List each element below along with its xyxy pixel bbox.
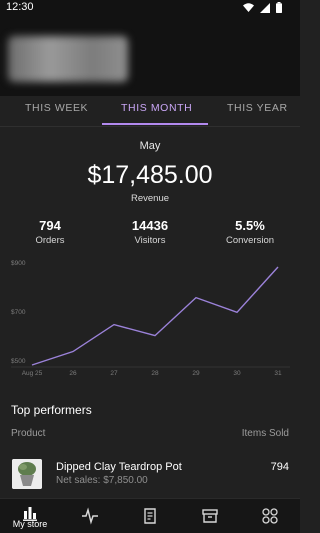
more-grid-icon: [261, 507, 279, 525]
column-header-product: Product: [11, 428, 45, 439]
store-name-blurred: [8, 36, 128, 82]
revenue-series-line: [32, 267, 278, 365]
x-tick-label: 26: [69, 370, 77, 377]
x-tick-label: Aug 25: [22, 370, 43, 377]
status-bar: 12:30: [0, 0, 300, 16]
y-tick-label: $500: [11, 358, 26, 365]
orders-label: Orders: [0, 235, 100, 246]
bottom-navigation: My store: [0, 498, 300, 533]
product-thumbnail: [12, 459, 42, 489]
column-header-items-sold: Items Sold: [242, 428, 289, 439]
tabs-divider: [0, 126, 300, 127]
conversion-value: 5.5%: [200, 218, 300, 233]
period-tabs: THIS WEEK THIS MONTH THIS YEAR: [0, 96, 300, 126]
activity-pulse-icon: [81, 507, 99, 525]
signal-icon: [260, 3, 270, 13]
nav-activity[interactable]: [60, 499, 120, 533]
nav-products[interactable]: [180, 499, 240, 533]
visitors-label: Visitors: [100, 235, 200, 246]
x-tick-label: 27: [110, 370, 118, 377]
product-items-sold: 794: [271, 461, 289, 473]
battery-icon: [276, 2, 282, 13]
nav-orders[interactable]: [120, 499, 180, 533]
x-tick-label: 29: [192, 370, 200, 377]
x-tick-label: 31: [274, 370, 282, 377]
store-header: [0, 16, 300, 96]
stat-orders: 794 Orders: [0, 218, 100, 246]
x-tick-label: 30: [233, 370, 241, 377]
tab-this-week[interactable]: THIS WEEK: [25, 102, 88, 114]
stat-conversion: 5.5% Conversion: [200, 218, 300, 246]
orders-document-icon: [141, 507, 159, 525]
revenue-line-chart: $900 $700 $500 Aug 25 26 27 28 29 30 31: [0, 252, 300, 382]
period-label: May: [0, 140, 300, 152]
orders-value: 794: [0, 218, 100, 233]
wifi-icon: [243, 3, 254, 12]
stat-visitors: 14436 Visitors: [100, 218, 200, 246]
visitors-value: 14436: [100, 218, 200, 233]
nav-more[interactable]: [240, 499, 300, 533]
product-row[interactable]: Dipped Clay Teardrop Pot Net sales: $7,8…: [0, 454, 300, 494]
products-archive-icon: [201, 507, 219, 525]
tab-this-month[interactable]: THIS MONTH: [121, 102, 192, 114]
revenue-label: Revenue: [0, 193, 300, 204]
top-performers-title: Top performers: [11, 403, 92, 417]
nav-my-store[interactable]: My store: [0, 499, 60, 533]
y-tick-label: $900: [11, 260, 26, 267]
status-icons: [243, 2, 282, 13]
revenue-value: $17,485.00: [0, 161, 300, 190]
product-net-sales: Net sales: $7,850.00: [56, 475, 148, 486]
y-tick-label: $700: [11, 309, 26, 316]
conversion-label: Conversion: [200, 235, 300, 246]
active-tab-indicator: [102, 123, 208, 125]
status-time: 12:30: [6, 1, 34, 13]
x-tick-label: 28: [151, 370, 159, 377]
tab-this-year[interactable]: THIS YEAR: [227, 102, 288, 114]
product-name: Dipped Clay Teardrop Pot: [56, 461, 182, 473]
nav-my-store-label: My store: [0, 519, 60, 529]
